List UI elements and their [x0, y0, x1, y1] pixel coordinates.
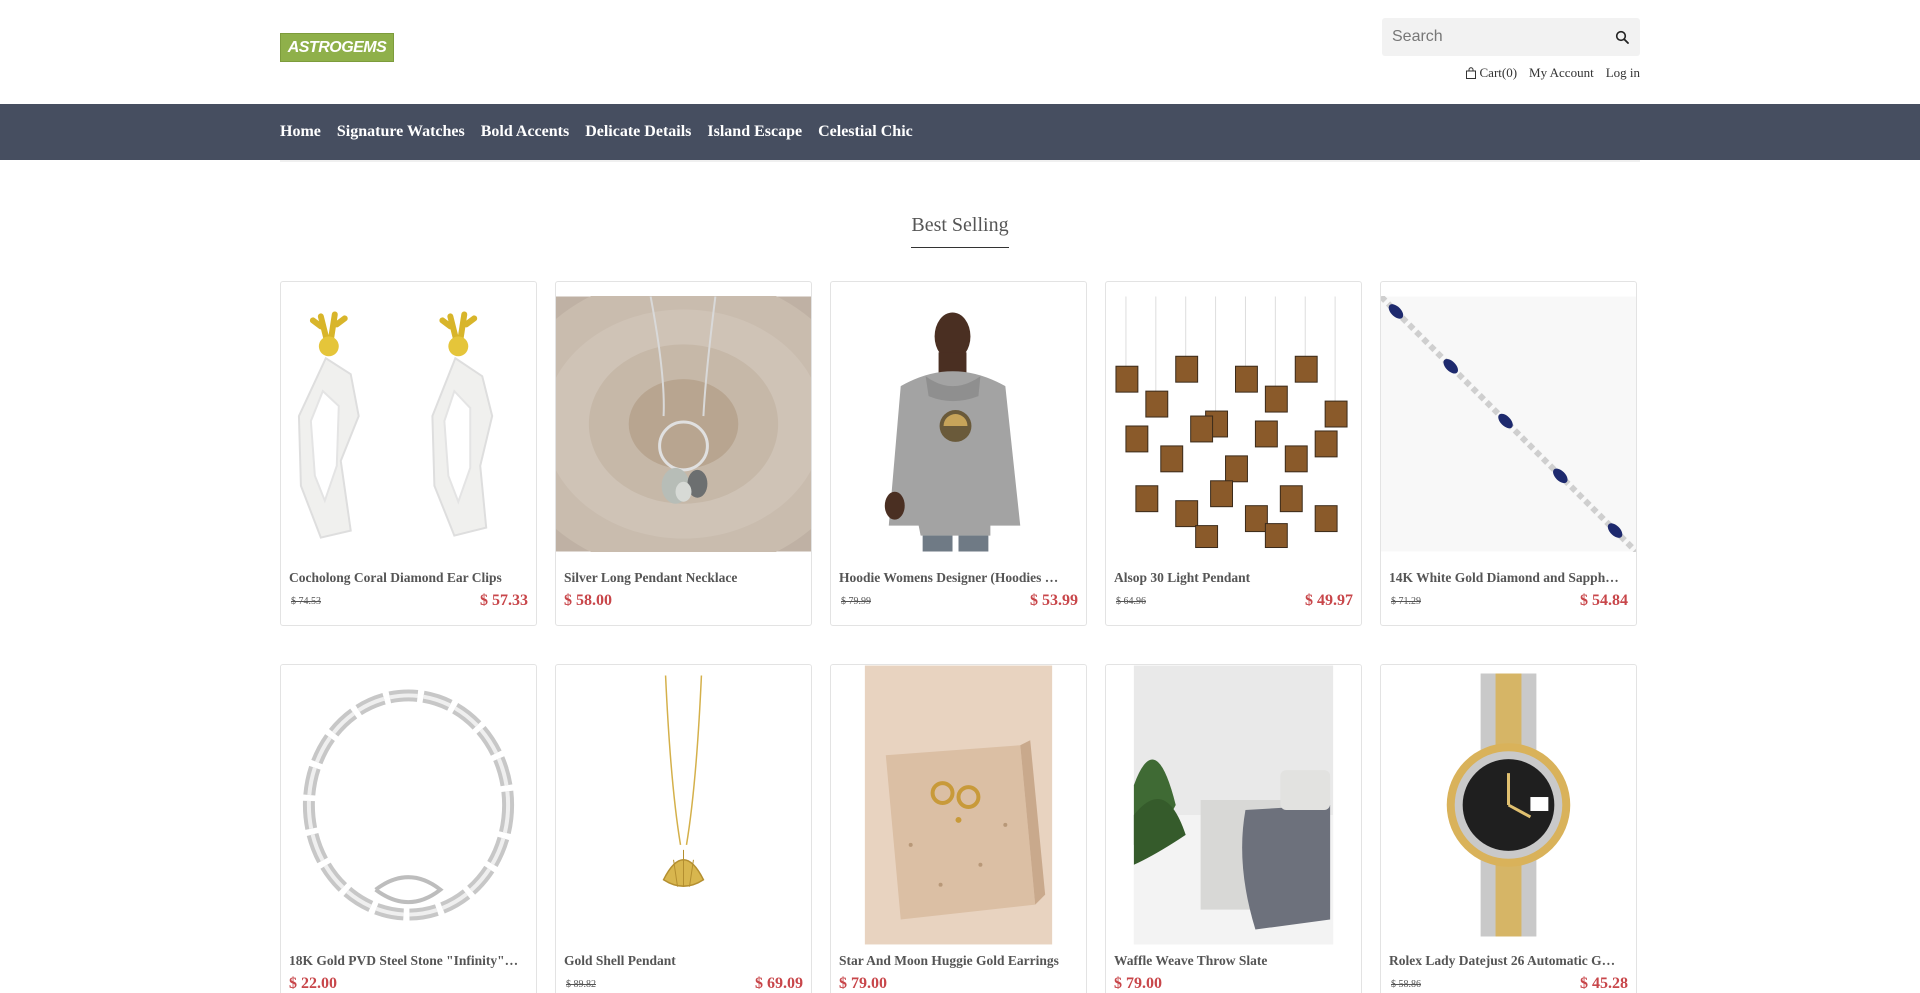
chain-bracelet-icon [281, 665, 536, 945]
product-image[interactable] [1381, 296, 1636, 552]
product-image[interactable] [556, 296, 811, 552]
huggie-earrings-icon [831, 665, 1086, 945]
site-header: ASTROGEMS Cart(0) My Account Log in [0, 0, 1920, 104]
product-image[interactable] [831, 665, 1086, 945]
product-image[interactable] [1106, 296, 1361, 552]
product-image[interactable] [1381, 665, 1636, 945]
product-image[interactable] [1106, 665, 1361, 945]
shopping-bag-icon [1465, 67, 1476, 79]
product-card[interactable]: Gold Shell Pendant $ 89.82 $ 69.09 [555, 664, 812, 993]
product-old-price: $ 79.99 [841, 596, 871, 607]
throw-blanket-icon [1106, 665, 1361, 945]
pendant-light-icon [1106, 296, 1361, 552]
nav-bold-accents[interactable]: Bold Accents [481, 123, 569, 141]
product-price: $ 58.00 [564, 592, 612, 609]
search-box [1382, 18, 1640, 56]
product-old-price: $ 89.82 [566, 979, 596, 990]
product-price: $ 69.09 [755, 975, 803, 992]
nav-celestial-chic[interactable]: Celestial Chic [818, 123, 913, 141]
product-image[interactable] [281, 296, 536, 552]
rolex-watch-icon [1381, 665, 1636, 945]
main-nav: Home Signature Watches Bold Accents Deli… [0, 104, 1920, 160]
product-name[interactable]: Alsop 30 Light Pendant [1114, 570, 1353, 586]
product-price: $ 45.28 [1580, 975, 1628, 992]
product-old-price: $ 71.29 [1391, 596, 1421, 607]
best-selling-title: Best Selling [911, 214, 1009, 248]
login-link[interactable]: Log in [1606, 65, 1640, 81]
product-old-price: $ 74.53 [291, 596, 321, 607]
shell-pendant-icon [556, 665, 811, 945]
product-name[interactable]: Rolex Lady Datejust 26 Automatic G… [1389, 953, 1628, 969]
product-old-price: $ 58.86 [1391, 979, 1421, 990]
search-button[interactable] [1604, 18, 1640, 56]
cart-link[interactable]: Cart(0) [1465, 65, 1518, 81]
product-card[interactable]: Hoodie Womens Designer (Hoodies … $ 79.9… [830, 281, 1087, 626]
nav-divider [280, 160, 1640, 162]
cart-label: Cart(0) [1479, 65, 1518, 80]
product-name[interactable]: Cocholong Coral Diamond Ear Clips [289, 570, 528, 586]
product-card[interactable]: Cocholong Coral Diamond Ear Clips $ 74.5… [280, 281, 537, 626]
nav-island-escape[interactable]: Island Escape [707, 123, 802, 141]
product-card[interactable]: Rolex Lady Datejust 26 Automatic G… $ 58… [1380, 664, 1637, 993]
header-links: Cart(0) My Account Log in [1465, 65, 1640, 81]
product-name[interactable]: Gold Shell Pendant [564, 953, 803, 969]
product-old-price: $ 64.96 [1116, 596, 1146, 607]
sapphire-bracelet-icon [1381, 296, 1636, 552]
hoodie-model-icon [831, 296, 1086, 552]
product-price: $ 79.00 [1114, 975, 1162, 992]
product-card[interactable]: Star And Moon Huggie Gold Earrings $ 79.… [830, 664, 1087, 993]
necklace-on-wood-icon [556, 296, 811, 552]
earrings-icon [281, 296, 536, 552]
product-image[interactable] [281, 665, 536, 945]
my-account-link[interactable]: My Account [1529, 65, 1594, 81]
product-name[interactable]: Star And Moon Huggie Gold Earrings [839, 953, 1078, 969]
search-icon [1615, 30, 1629, 44]
astrogems-logo[interactable]: ASTROGEMS [280, 33, 394, 62]
product-name[interactable]: 18K Gold PVD Steel Stone "Infinity"… [289, 953, 528, 969]
product-image[interactable] [831, 296, 1086, 552]
product-price: $ 22.00 [289, 975, 337, 992]
section-heading: Best Selling [0, 214, 1920, 248]
search-input[interactable] [1382, 18, 1604, 56]
product-image[interactable] [556, 665, 811, 945]
nav-delicate-details[interactable]: Delicate Details [585, 123, 691, 141]
product-card[interactable]: 18K Gold PVD Steel Stone "Infinity"… $ 2… [280, 664, 537, 993]
product-name[interactable]: 14K White Gold Diamond and Sapph… [1389, 570, 1628, 586]
product-price: $ 53.99 [1030, 592, 1078, 609]
product-price: $ 49.97 [1305, 592, 1353, 609]
product-name[interactable]: Waffle Weave Throw Slate [1114, 953, 1353, 969]
product-card[interactable]: 14K White Gold Diamond and Sapph… $ 71.2… [1380, 281, 1637, 626]
product-card[interactable]: Silver Long Pendant Necklace $ 58.00 [555, 281, 812, 626]
product-price: $ 57.33 [480, 592, 528, 609]
product-card[interactable]: Alsop 30 Light Pendant $ 64.96 $ 49.97 [1105, 281, 1362, 626]
product-card[interactable]: Waffle Weave Throw Slate $ 79.00 [1105, 664, 1362, 993]
nav-signature-watches[interactable]: Signature Watches [337, 123, 465, 141]
nav-home[interactable]: Home [280, 123, 321, 141]
product-name[interactable]: Silver Long Pendant Necklace [564, 570, 803, 586]
product-price: $ 54.84 [1580, 592, 1628, 609]
product-name[interactable]: Hoodie Womens Designer (Hoodies … [839, 570, 1078, 586]
product-price: $ 79.00 [839, 975, 887, 992]
